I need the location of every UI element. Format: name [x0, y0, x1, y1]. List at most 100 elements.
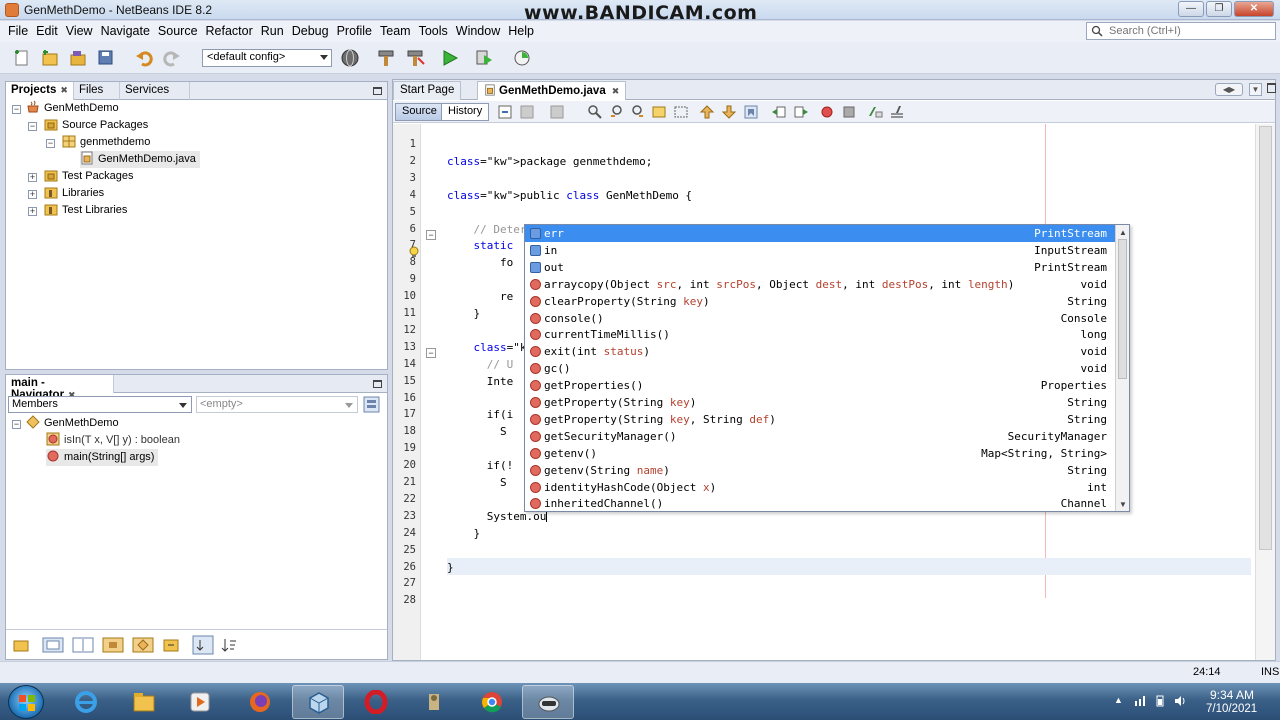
collapse-icon[interactable]: − — [12, 420, 21, 429]
last-edit-icon[interactable] — [497, 104, 513, 120]
completion-item[interactable]: getProperty(String key) String — [525, 394, 1115, 411]
find-icon[interactable] — [587, 104, 603, 120]
previous-bookmark-icon[interactable] — [699, 104, 715, 120]
taskbar-file-explorer[interactable] — [118, 685, 170, 719]
menu-source[interactable]: Source — [154, 24, 202, 38]
history-view-button[interactable]: History — [441, 103, 490, 121]
redo-icon[interactable] — [162, 48, 182, 68]
minimize-panel-icon[interactable] — [373, 87, 382, 95]
forward-icon[interactable] — [549, 104, 565, 120]
filter-select[interactable]: <empty> — [196, 396, 358, 413]
menu-tools[interactable]: Tools — [415, 24, 452, 38]
scroll-down-icon[interactable]: ▼ — [1119, 500, 1127, 509]
sort-by-name-icon[interactable] — [192, 635, 214, 655]
stop-macro-icon[interactable] — [841, 104, 857, 120]
taskbar-firefox[interactable] — [234, 685, 286, 719]
taskbar-chrome[interactable] — [466, 685, 518, 719]
menu-file[interactable]: File — [4, 24, 32, 38]
lightbulb-hint-icon[interactable] — [408, 246, 420, 258]
fold-icon[interactable]: − — [426, 348, 436, 358]
scroll-up-icon[interactable]: ▲ — [1119, 228, 1127, 237]
menu-navigate[interactable]: Navigate — [97, 24, 154, 38]
open-project-icon[interactable] — [68, 48, 88, 68]
find-previous-icon[interactable] — [609, 104, 625, 120]
close-window-button[interactable]: ✕ — [1234, 1, 1274, 17]
clock-date[interactable]: 7/10/2021 — [1206, 703, 1257, 715]
code-line[interactable]: fo — [447, 254, 513, 271]
code-line[interactable]: static — [447, 237, 514, 254]
taskbar-internet-explorer[interactable] — [60, 685, 112, 719]
close-tab-icon[interactable]: ✖ — [60, 85, 68, 95]
sort-by-source-icon[interactable] — [162, 637, 180, 653]
code-line[interactable]: if(i — [447, 406, 514, 423]
code-line[interactable]: S — [447, 474, 507, 491]
tree-node-project[interactable]: GenMethDemo — [26, 100, 119, 117]
config-select[interactable]: <default config> — [202, 49, 332, 67]
completion-item[interactable]: getProperty(String key, String def) Strin… — [525, 411, 1115, 428]
minimize-panel-icon[interactable] — [373, 380, 382, 388]
menu-profile[interactable]: Profile — [333, 24, 376, 38]
shift-right-icon[interactable] — [793, 104, 809, 120]
network-icon[interactable] — [1134, 695, 1146, 707]
tab-services[interactable]: Services — [120, 82, 190, 100]
editor-vertical-scrollbar[interactable] — [1255, 124, 1275, 660]
inherited-members-icon[interactable] — [12, 637, 30, 653]
comment-icon[interactable] — [867, 104, 883, 120]
tree-node-test-libraries[interactable]: Test Libraries — [44, 202, 127, 219]
close-tab-icon[interactable]: ✖ — [612, 86, 620, 96]
start-macro-icon[interactable] — [819, 104, 835, 120]
taskbar-media-player[interactable] — [174, 685, 226, 719]
fold-icon[interactable]: − — [426, 230, 436, 240]
shift-left-icon[interactable] — [771, 104, 787, 120]
code-line[interactable]: S — [447, 423, 507, 440]
collapse-icon[interactable]: − — [12, 105, 21, 114]
tree-node-package[interactable]: genmethdemo — [62, 134, 150, 151]
profile-icon[interactable] — [512, 48, 532, 68]
sort-alpha-icon[interactable] — [220, 637, 238, 653]
non-public-members-icon[interactable] — [102, 637, 124, 653]
globe-icon[interactable] — [340, 48, 360, 68]
completion-item[interactable]: arraycopy(Object src, int srcPos, Object… — [525, 276, 1115, 293]
expand-icon[interactable]: + — [28, 190, 37, 199]
completion-item[interactable]: console() Console — [525, 310, 1115, 327]
code-line[interactable]: } — [447, 305, 480, 322]
toggle-selection-icon[interactable] — [673, 104, 689, 120]
menu-debug[interactable]: Debug — [288, 24, 333, 38]
expand-icon[interactable]: + — [28, 207, 37, 216]
collapse-icon[interactable]: − — [28, 122, 37, 131]
tree-node-source-packages[interactable]: Source Packages — [44, 117, 148, 134]
tree-node-test-packages[interactable]: Test Packages — [44, 168, 134, 185]
completion-item[interactable]: err PrintStream — [525, 225, 1115, 242]
uncomment-icon[interactable] — [889, 104, 905, 120]
new-file-icon[interactable] — [12, 48, 32, 68]
taskbar-opera[interactable] — [350, 685, 402, 719]
menu-window[interactable]: Window — [452, 24, 504, 38]
expand-icon[interactable]: + — [28, 173, 37, 182]
restore-window-button[interactable]: ❐ — [1206, 1, 1232, 17]
navigator-method-isin[interactable]: isIn(T x, V[] y) : boolean — [46, 432, 180, 449]
menu-edit[interactable]: Edit — [32, 24, 62, 38]
tab-navigator[interactable]: main - Navigator ✖ — [6, 375, 114, 401]
completion-scroll-thumb[interactable] — [1118, 239, 1127, 379]
minimize-window-button[interactable]: — — [1178, 1, 1204, 17]
completion-item[interactable]: identityHashCode(Object x) int — [525, 479, 1115, 496]
debug-icon[interactable] — [474, 48, 494, 68]
completion-item[interactable]: gc() void — [525, 360, 1115, 377]
taskbar-bandicam[interactable] — [522, 685, 574, 719]
completion-item[interactable]: getProperties() Properties — [525, 377, 1115, 394]
scroll-tabs-icon[interactable]: ◀▶ — [1215, 83, 1243, 96]
maximize-editor-icon[interactable] — [1267, 83, 1276, 93]
completion-scrollbar[interactable]: ▲ ▼ — [1115, 225, 1129, 511]
taskbar-netbeans[interactable] — [292, 685, 344, 719]
tab-projects[interactable]: Projects ✖ — [6, 82, 74, 100]
completion-item[interactable]: out PrintStream — [525, 259, 1115, 276]
code-line[interactable]: re — [447, 288, 513, 305]
code-line[interactable]: class="kw">package genmethdemo; — [447, 153, 652, 170]
code-line[interactable]: } — [447, 525, 480, 542]
completion-item[interactable]: clearProperty(String key) String — [525, 293, 1115, 310]
toggle-highlight-icon[interactable] — [651, 104, 667, 120]
back-icon[interactable] — [519, 104, 535, 120]
menu-help[interactable]: Help — [504, 24, 538, 38]
menu-view[interactable]: View — [62, 24, 97, 38]
run-icon[interactable] — [440, 48, 460, 68]
